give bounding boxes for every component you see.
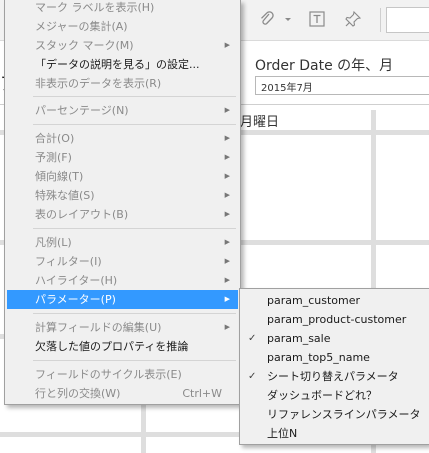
menu-item-label: 非表示のデータを表示(R) bbox=[35, 77, 162, 90]
menu-item-label: 計算フィールドの編集(U) bbox=[35, 321, 162, 334]
context-menu: マーク ラベルを表示(H) メジャーの集計(A) スタック マーク(M) ▶ 「… bbox=[4, 0, 241, 405]
menu-item-label: ハイライター(H) bbox=[35, 274, 118, 287]
submenu-item-param-top5-name[interactable]: param_top5_name bbox=[242, 348, 429, 367]
menu-item-percentages[interactable]: パーセンテージ(N) ▶ bbox=[7, 101, 238, 120]
toolbar-separator bbox=[380, 8, 381, 32]
text-box-icon[interactable] bbox=[308, 10, 326, 28]
menu-item-label: パラメーター(P) bbox=[35, 293, 116, 306]
pin-icon[interactable] bbox=[344, 10, 362, 28]
check-icon: ✓ bbox=[248, 333, 257, 344]
submenu-item-reference-line-parameter[interactable]: リファレンスラインパラメータ bbox=[242, 405, 429, 424]
submenu-arrow-icon: ▶ bbox=[224, 134, 230, 142]
submenu-item-which-dashboard[interactable]: ダッシュボードどれ？ bbox=[242, 386, 429, 405]
submenu-arrow-icon: ▶ bbox=[224, 238, 230, 246]
menu-item-label: メジャーの集計(A) bbox=[35, 20, 128, 33]
submenu-item-top-n[interactable]: 上位N bbox=[242, 424, 429, 443]
menu-item-aggregate-measures[interactable]: メジャーの集計(A) bbox=[7, 17, 238, 36]
submenu-item-label: param_top5_name bbox=[267, 351, 370, 364]
submenu-arrow-icon: ▶ bbox=[224, 172, 230, 180]
submenu-item-label: リファレンスラインパラメータ bbox=[267, 408, 421, 421]
menu-item-show-mark-labels[interactable]: マーク ラベルを表示(H) bbox=[7, 0, 238, 17]
submenu-arrow-icon: ▶ bbox=[224, 323, 230, 331]
menu-item-infer-missing-value-properties[interactable]: 欠落した値のプロパティを推論 bbox=[7, 337, 238, 356]
submenu-arrow-icon: ▶ bbox=[224, 191, 230, 199]
submenu-item-label: シート切り替えパラメータ bbox=[267, 370, 399, 383]
submenu-item-param-sale[interactable]: ✓ param_sale bbox=[242, 329, 429, 348]
menu-item-label: 特殊な値(S) bbox=[35, 189, 95, 202]
menu-item-show-hidden-data[interactable]: 非表示のデータを表示(R) bbox=[7, 74, 238, 93]
submenu-item-label: param_sale bbox=[267, 332, 331, 345]
menu-item-label: 傾向線(T) bbox=[35, 170, 84, 183]
menu-item-trend-lines[interactable]: 傾向線(T) ▶ bbox=[7, 167, 238, 186]
menu-item-totals[interactable]: 合計(O) ▶ bbox=[7, 129, 238, 148]
submenu-item-label: 上位N bbox=[267, 427, 298, 440]
submenu-item-sheet-switch-parameter[interactable]: ✓ シート切り替えパラメータ bbox=[242, 367, 429, 386]
submenu-arrow-icon: ▶ bbox=[224, 153, 230, 161]
menu-item-swap-rows-columns[interactable]: 行と列の交換(W) Ctrl+W bbox=[7, 384, 238, 403]
dropdown-caret-icon[interactable] bbox=[283, 10, 293, 28]
submenu-item-label: ダッシュボードどれ？ bbox=[267, 389, 377, 402]
check-icon: ✓ bbox=[248, 371, 257, 382]
menu-separator bbox=[33, 96, 236, 97]
submenu-arrow-icon: ▶ bbox=[224, 106, 230, 114]
menu-item-label: 合計(O) bbox=[35, 132, 75, 145]
submenu-arrow-icon: ▶ bbox=[224, 210, 230, 218]
menu-item-label: 予測(F) bbox=[35, 151, 72, 164]
menu-item-table-layout[interactable]: 表のレイアウト(B) ▶ bbox=[7, 205, 238, 224]
submenu-arrow-icon: ▶ bbox=[224, 276, 230, 284]
column-header: 月曜日 bbox=[240, 115, 280, 130]
menu-item-parameters[interactable]: パラメーター(P) ▶ bbox=[7, 290, 238, 309]
menu-item-label: 凡例(L) bbox=[35, 236, 72, 249]
paperclip-icon[interactable] bbox=[258, 10, 276, 28]
menu-item-filters[interactable]: フィルター(I) ▶ bbox=[7, 252, 238, 271]
menu-item-label: 「データの説明を見る」の設定... bbox=[35, 58, 200, 71]
parameter-control-input[interactable]: 2015年7月 bbox=[255, 76, 429, 95]
menu-item-label: マーク ラベルを表示(H) bbox=[35, 1, 155, 14]
submenu-item-label: param_customer bbox=[267, 294, 361, 307]
menu-separator bbox=[33, 124, 236, 125]
menu-item-label: フィルター(I) bbox=[35, 255, 102, 268]
parameters-submenu: param_customer param_product-customer ✓ … bbox=[239, 288, 429, 445]
menu-separator bbox=[33, 228, 236, 229]
menu-item-special-values[interactable]: 特殊な値(S) ▶ bbox=[7, 186, 238, 205]
menu-item-label: 欠落した値のプロパティを推論 bbox=[35, 340, 189, 353]
menu-separator bbox=[33, 360, 236, 361]
menu-item-label: 表のレイアウト(B) bbox=[35, 208, 129, 221]
menu-item-shortcut: Ctrl+W bbox=[182, 387, 222, 400]
submenu-item-param-customer[interactable]: param_customer bbox=[242, 291, 429, 310]
submenu-arrow-icon: ▶ bbox=[224, 257, 230, 265]
menu-item-forecast[interactable]: 予測(F) ▶ bbox=[7, 148, 238, 167]
menu-item-highlighters[interactable]: ハイライター(H) ▶ bbox=[7, 271, 238, 290]
menu-item-label: 行と列の交換(W) bbox=[35, 387, 121, 400]
menu-item-label: フィールドのサイクル表示(E) bbox=[35, 368, 182, 381]
menu-item-stack-marks[interactable]: スタック マーク(M) ▶ bbox=[7, 36, 238, 55]
toolbar-search-box[interactable] bbox=[386, 7, 429, 33]
menu-item-edit-calculated-field[interactable]: 計算フィールドの編集(U) ▶ bbox=[7, 318, 238, 337]
menu-item-cycle-fields[interactable]: フィールドのサイクル表示(E) bbox=[7, 365, 238, 384]
parameter-control-title: Order Date の年、月 bbox=[255, 58, 394, 74]
menu-separator bbox=[33, 313, 236, 314]
menu-item-label: パーセンテージ(N) bbox=[35, 104, 129, 117]
submenu-arrow-icon: ▶ bbox=[224, 295, 230, 303]
submenu-item-param-product-customer[interactable]: param_product-customer bbox=[242, 310, 429, 329]
submenu-item-label: param_product-customer bbox=[267, 313, 407, 326]
submenu-arrow-icon: ▶ bbox=[224, 41, 230, 49]
menu-item-explain-data-settings[interactable]: 「データの説明を見る」の設定... bbox=[7, 55, 238, 74]
menu-item-label: スタック マーク(M) bbox=[35, 39, 134, 52]
menu-item-legends[interactable]: 凡例(L) ▶ bbox=[7, 233, 238, 252]
